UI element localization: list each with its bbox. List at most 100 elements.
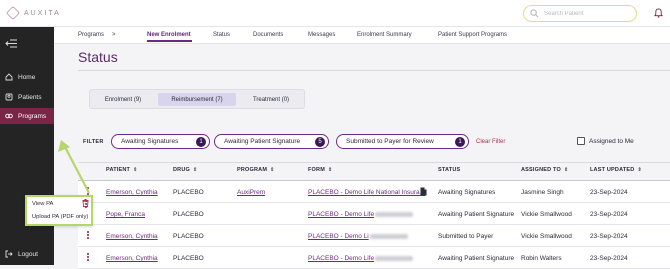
menu-item-upload-pa[interactable]: Upload PA (PDF only) [32, 214, 88, 220]
assigned-cell: Vickie Smallwood [521, 233, 572, 240]
sort-icon[interactable]: ⇕ [270, 167, 274, 173]
checkbox-icon[interactable] [577, 137, 585, 145]
search-box[interactable] [523, 5, 637, 22]
trash-icon[interactable] [82, 199, 89, 207]
assigned-to-me-checkbox[interactable]: Assigned to Me [577, 137, 634, 145]
form-link-text: PLACEBO - Demo Life [308, 211, 375, 218]
home-icon [5, 73, 13, 81]
bell-icon[interactable] [654, 8, 663, 18]
column-header-patient[interactable]: PATIENT ⇕ [106, 167, 138, 173]
menu-item-view-pa[interactable]: View PA [32, 201, 53, 207]
column-label: STATUS [438, 167, 461, 173]
form-link[interactable]: PLACEBO - Demo Life [308, 255, 414, 262]
updated-cell: 23-Sep-2024 [590, 189, 628, 196]
divider [78, 70, 670, 71]
row-kebab-menu-icon[interactable] [87, 252, 90, 262]
divider [78, 162, 670, 163]
column-header-last-updated[interactable]: LAST UPDATED ⇕ [590, 167, 642, 173]
tab-patient-support-programs[interactable]: Patient Support Programs [438, 32, 507, 38]
table-row[interactable]: Emerson, Cynthia PLACEBO AuxiPrem PLACEB… [78, 181, 670, 203]
sidebar-item-label: Programs [18, 112, 47, 120]
filter-pill-label: Awaiting Signatures [121, 138, 179, 145]
redacted-text [369, 233, 408, 239]
row-kebab-menu-icon[interactable] [87, 230, 90, 240]
redacted-text [375, 211, 414, 217]
program-link[interactable]: AuxiPrem [237, 189, 265, 196]
filter-count-badge: 1 [196, 136, 206, 147]
brand-logo[interactable]: AUXITA [5, 5, 61, 21]
column-label: ASSIGNED TO [521, 167, 561, 173]
sidebar-item-label: Patients [18, 93, 42, 101]
filter-pill-label: Awaiting Patient Signature [224, 138, 301, 145]
status-cell: Submitted to Payer [438, 233, 494, 240]
clear-filter-link[interactable]: Clear Filter [476, 139, 505, 145]
logout-button[interactable]: Logout [0, 246, 54, 262]
assigned-to-me-label: Assigned to Me [589, 137, 634, 145]
column-label: PATIENT [106, 167, 131, 173]
drug-cell: PLACEBO [173, 211, 204, 218]
tab-documents[interactable]: Documents [253, 32, 283, 38]
patients-icon [5, 93, 13, 101]
programs-icon [5, 113, 13, 119]
updated-cell: 23-Sep-2024 [590, 211, 628, 218]
tab-enrolment[interactable]: Enrolment (9) [94, 93, 152, 106]
logout-label: Logout [18, 250, 38, 258]
tab-enrolment-summary[interactable]: Enrolment Summary [357, 32, 412, 38]
table-row[interactable]: Pope, Franca PLACEBO PLACEBO - Demo Life… [78, 203, 670, 225]
tab-treatment[interactable]: Treatment (0) [240, 93, 302, 106]
column-header-drug[interactable]: DRUG ⇕ [173, 167, 197, 173]
form-link-text: PLACEBO - Demo Life [308, 255, 375, 262]
sidebar-item-patients[interactable]: Patients [0, 89, 54, 105]
form-link[interactable]: PLACEBO - Demo Li [308, 233, 408, 240]
collapse-menu-icon[interactable] [5, 39, 17, 48]
sort-icon[interactable]: ⇕ [564, 167, 568, 173]
patient-link[interactable]: Emerson, Cynthia [106, 189, 158, 196]
column-header-form[interactable]: FORM ⇕ [308, 167, 332, 173]
logout-icon [5, 250, 13, 258]
table-row[interactable]: Emerson, Cynthia PLACEBO PLACEBO - Demo … [78, 247, 670, 269]
drug-cell: PLACEBO [173, 233, 204, 240]
active-tab-indicator [147, 40, 192, 42]
patient-link[interactable]: Emerson, Cynthia [106, 255, 158, 262]
filter-awaiting-signatures[interactable]: Awaiting Signatures 1 [111, 134, 210, 149]
brand-name: AUXITA [24, 9, 61, 17]
filter-submitted-to-payer[interactable]: Submitted to Payer for Review 1 [336, 134, 469, 149]
filter-awaiting-patient-signature[interactable]: Awaiting Patient Signature 5 [214, 134, 329, 149]
assigned-cell: Jasmine Singh [521, 189, 564, 196]
document-icon[interactable] [420, 187, 427, 196]
updated-cell: 23-Sep-2024 [590, 255, 628, 262]
search-icon [530, 9, 539, 18]
column-header-status: STATUS [438, 167, 460, 173]
drug-cell: PLACEBO [173, 255, 204, 262]
tab-new-enrolment[interactable]: New Enrolment [147, 32, 191, 38]
tab-label: Treatment (0) [252, 96, 290, 103]
patient-link[interactable]: Pope, Franca [106, 211, 145, 218]
breadcrumb-separator: > [112, 32, 116, 38]
tab-programs[interactable]: Programs [78, 32, 104, 38]
tab-status[interactable]: Status [213, 32, 230, 38]
column-header-program[interactable]: PROGRAM ⇕ [237, 167, 275, 173]
logo-mark-icon [5, 5, 21, 21]
sidebar-item-programs[interactable]: Programs [0, 108, 54, 124]
status-cell: Awaiting Signatures [438, 189, 496, 196]
updated-cell: 23-Sep-2024 [590, 233, 628, 240]
top-bar: AUXITA [0, 0, 670, 27]
sort-icon[interactable]: ⇕ [133, 167, 137, 173]
form-link-text: PLACEBO - Demo Li [308, 233, 369, 240]
form-link[interactable]: PLACEBO - Demo Life [308, 211, 414, 218]
table-row[interactable]: Emerson, Cynthia PLACEBO PLACEBO - Demo … [78, 225, 670, 247]
status-cell: Awaiting Patient Signature [438, 211, 515, 218]
search-input[interactable] [544, 10, 634, 17]
tab-reimbursement[interactable]: Reimbursement (7) [158, 93, 236, 106]
sort-icon[interactable]: ⇕ [328, 167, 332, 173]
status-tabs: Enrolment (9) Reimbursement (7) Treatmen… [89, 89, 305, 109]
sort-icon[interactable]: ⇕ [193, 167, 197, 173]
form-link[interactable]: PLACEBO - Demo Life National Insura... [308, 189, 425, 196]
assigned-cell: Vickie Smallwood [521, 211, 572, 218]
filter-label: FILTER [83, 139, 104, 145]
column-header-assigned-to[interactable]: ASSIGNED TO ⇕ [521, 167, 568, 173]
sort-icon[interactable]: ⇕ [637, 167, 641, 173]
patient-link[interactable]: Emerson, Cynthia [106, 233, 158, 240]
sidebar-item-home[interactable]: Home [0, 69, 54, 85]
tab-messages[interactable]: Messages [308, 32, 335, 38]
